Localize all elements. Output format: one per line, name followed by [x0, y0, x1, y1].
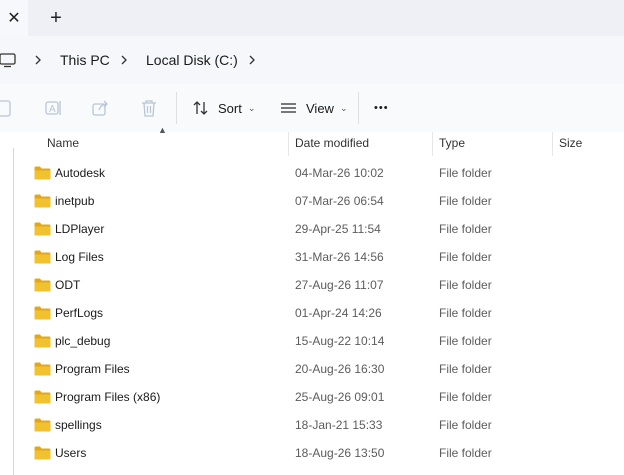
table-row[interactable]: Program Files 20-Aug-26 16:30 File folder [28, 356, 624, 384]
sort-button[interactable]: Sort ⌄ [192, 96, 255, 120]
column-divider[interactable] [432, 132, 433, 156]
folder-icon [34, 306, 51, 320]
sort-icon [193, 101, 208, 115]
more-options-button[interactable]: ••• [374, 96, 389, 120]
breadcrumb-this-pc[interactable]: This PC [60, 50, 110, 70]
file-type: File folder [439, 418, 492, 432]
file-type: File folder [439, 306, 492, 320]
share-icon[interactable] [91, 98, 111, 118]
column-header-type[interactable]: Type [439, 136, 465, 150]
column-divider[interactable] [552, 132, 553, 156]
command-bar: A Sort ⌄ View ⌄ ••• [0, 84, 624, 133]
folder-icon [34, 250, 51, 264]
file-type: File folder [439, 166, 492, 180]
table-row[interactable]: plc_debug 15-Aug-22 10:14 File folder [28, 328, 624, 356]
folder-icon [34, 222, 51, 236]
file-date-modified: 18-Aug-26 13:50 [295, 446, 385, 460]
view-button[interactable]: View ⌄ [280, 96, 348, 120]
folder-icon [34, 446, 51, 460]
toolbar-divider [176, 92, 177, 124]
table-row[interactable]: LDPlayer 29-Apr-25 11:54 File folder [28, 216, 624, 244]
chevron-right-icon[interactable] [247, 52, 257, 68]
file-name: PerfLogs [55, 306, 104, 320]
close-tab-icon[interactable]: ✕ [0, 0, 28, 36]
toolbar-divider [358, 92, 359, 124]
navigation-pane-edge [13, 148, 14, 475]
file-date-modified: 04-Mar-26 10:02 [295, 166, 384, 180]
column-header-name[interactable]: Name [47, 136, 79, 150]
column-divider[interactable] [288, 132, 289, 156]
file-date-modified: 29-Apr-25 11:54 [295, 222, 381, 236]
file-type: File folder [439, 250, 492, 264]
file-type: File folder [439, 278, 492, 292]
folder-icon [34, 418, 51, 432]
table-row[interactable]: spellings 18-Jan-21 15:33 File folder [28, 412, 624, 440]
file-name: Program Files [55, 362, 130, 376]
chevron-down-icon: ⌄ [339, 102, 348, 113]
file-date-modified: 31-Mar-26 14:56 [295, 250, 384, 264]
column-header-date-modified[interactable]: Date modified [295, 136, 369, 150]
new-tab-button[interactable]: + [44, 6, 68, 30]
file-type: File folder [439, 362, 492, 376]
chevron-right-icon[interactable] [119, 52, 129, 68]
delete-icon[interactable] [139, 98, 159, 118]
file-type: File folder [439, 334, 492, 348]
file-name: LDPlayer [55, 222, 105, 236]
tab-bar: ✕ + [0, 0, 624, 36]
file-name: inetpub [55, 194, 95, 208]
table-row[interactable]: Program Files (x86) 25-Aug-26 09:01 File f… [28, 384, 624, 412]
folder-icon [34, 362, 51, 376]
file-name: Program Files (x86) [55, 390, 161, 404]
file-date-modified: 20-Aug-26 16:30 [295, 362, 385, 376]
table-row[interactable]: Autodesk 04-Mar-26 10:02 File folder [28, 160, 624, 188]
paste-icon[interactable] [0, 98, 14, 118]
file-date-modified: 01-Apr-24 14:26 [295, 306, 382, 320]
file-name: spellings [55, 418, 102, 432]
folder-icon [34, 334, 51, 348]
file-name: Users [55, 446, 87, 460]
file-name: plc_debug [55, 334, 111, 348]
folder-icon [34, 194, 51, 208]
sort-label: Sort [218, 100, 242, 116]
file-name: Autodesk [55, 166, 106, 180]
file-date-modified: 07-Mar-26 06:54 [295, 194, 384, 208]
file-type: File folder [439, 390, 492, 404]
this-pc-icon[interactable] [0, 52, 16, 68]
rename-icon[interactable]: A [44, 98, 64, 118]
file-type: File folder [439, 446, 492, 460]
table-row[interactable]: inetpub 07-Mar-26 06:54 File folder [28, 188, 624, 216]
svg-text:A: A [49, 104, 56, 115]
file-type: File folder [439, 222, 492, 236]
chevron-down-icon: ⌄ [247, 102, 256, 113]
folder-icon [34, 390, 51, 404]
table-row[interactable]: PerfLogs 01-Apr-24 14:26 File folder [28, 300, 624, 328]
file-date-modified: 15-Aug-22 10:14 [295, 334, 385, 348]
folder-icon [34, 166, 51, 180]
table-row[interactable]: Users 18-Aug-26 13:50 File folder [28, 440, 624, 468]
table-row[interactable]: Log Files 31-Mar-26 14:56 File folder [28, 244, 624, 272]
file-type: File folder [439, 194, 492, 208]
breadcrumb-local-disk[interactable]: Local Disk (C:) [146, 50, 238, 70]
view-label: View [306, 100, 334, 116]
file-name: Log Files [55, 250, 104, 264]
folder-icon [34, 278, 51, 292]
view-icon [281, 103, 296, 113]
file-date-modified: 25-Aug-26 09:01 [295, 390, 385, 404]
address-bar: This PC Local Disk (C:) [0, 36, 624, 84]
column-header-size[interactable]: Size [559, 136, 582, 150]
file-date-modified: 18-Jan-21 15:33 [295, 418, 383, 432]
file-name: ODT [55, 278, 81, 292]
table-row[interactable]: ODT 27-Aug-26 11:07 File folder [28, 272, 624, 300]
chevron-right-icon[interactable] [33, 52, 43, 68]
file-date-modified: 27-Aug-26 11:07 [295, 278, 384, 292]
sort-ascending-icon: ▲ [158, 125, 167, 135]
